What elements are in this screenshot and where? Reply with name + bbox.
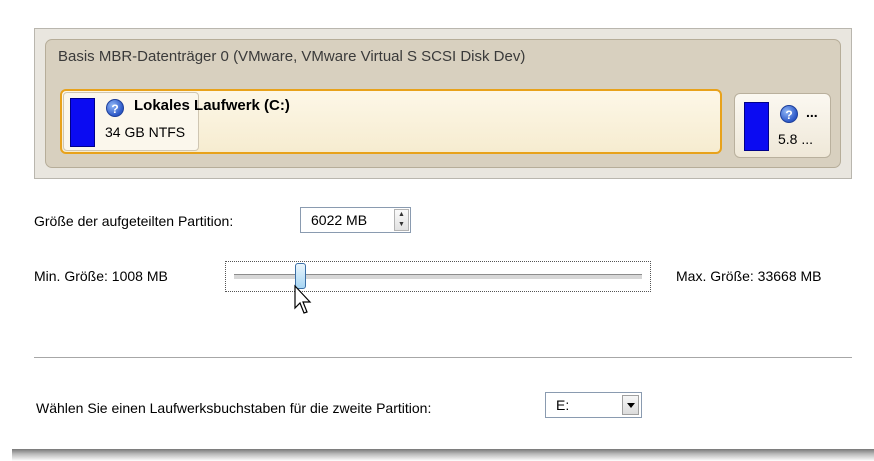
max-size-label: Max. Größe: 33668 MB — [676, 268, 822, 284]
spin-up-icon[interactable]: ▲ — [395, 210, 408, 220]
disk-title: Basis MBR-Datenträger 0 (VMware, VMware … — [58, 48, 526, 65]
window-bottom-shadow — [12, 449, 874, 461]
mouse-cursor-icon — [294, 284, 312, 314]
partition-c-bar — [70, 98, 95, 147]
partition-new[interactable]: ? ... 5.8 ... — [734, 93, 831, 158]
spinner-buttons[interactable]: ▲ ▼ — [394, 209, 409, 231]
drive-letter-select[interactable]: E: — [545, 392, 642, 418]
partition-c[interactable]: ? Lokales Laufwerk (C:) 34 GB NTFS — [60, 89, 722, 154]
partition-size-value[interactable]: 6022 MB — [311, 212, 367, 228]
drive-letter-value: E: — [556, 397, 570, 413]
divider — [34, 357, 852, 358]
partition-new-name: ... — [806, 104, 818, 120]
partition-c-name: Lokales Laufwerk (C:) — [134, 97, 290, 114]
chevron-down-icon[interactable] — [622, 395, 639, 415]
partition-new-info: 5.8 ... — [778, 131, 814, 147]
spin-down-icon[interactable]: ▼ — [395, 220, 408, 230]
disk-map-panel: Basis MBR-Datenträger 0 (VMware, VMware … — [34, 28, 852, 179]
partition-size-label: Größe der aufgeteilten Partition: — [34, 213, 234, 229]
min-size-label: Min. Größe: 1008 MB — [34, 268, 168, 284]
size-slider[interactable] — [225, 261, 651, 292]
drive-letter-label: Wählen Sie einen Laufwerksbuchstaben für… — [36, 400, 432, 416]
question-icon: ? — [780, 105, 798, 123]
disk-frame: Basis MBR-Datenträger 0 (VMware, VMware … — [45, 39, 841, 168]
partition-new-bar — [744, 102, 769, 151]
partition-c-info: 34 GB NTFS — [105, 124, 186, 140]
partition-size-spinner[interactable]: 6022 MB ▲ ▼ — [300, 207, 411, 233]
question-icon: ? — [106, 99, 124, 117]
